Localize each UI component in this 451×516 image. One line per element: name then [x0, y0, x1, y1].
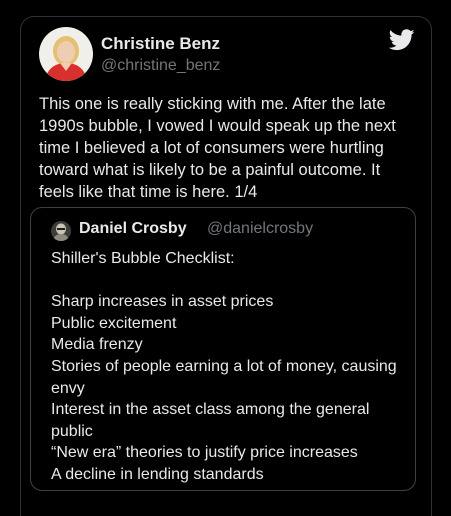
- tweet-header: Christine Benz @christine_benz: [39, 27, 415, 83]
- tweet-text: This one is really sticking with me. Aft…: [39, 95, 396, 201]
- quoted-line: Shiller's Bubble Checklist:: [51, 250, 235, 267]
- quoted-author-handle[interactable]: @danielcrosby: [207, 220, 313, 238]
- quoted-author-name[interactable]: Daniel Crosby: [79, 220, 187, 238]
- quoted-tweet[interactable]: Daniel Crosby @danielcrosby Shiller's Bu…: [30, 207, 416, 491]
- quoted-line: Sharp increases in asset prices: [51, 293, 274, 311]
- quoted-line: Media frenzy: [51, 336, 143, 354]
- avatar[interactable]: [39, 27, 93, 81]
- quoted-line: A decline in lending standards: [51, 465, 264, 483]
- quoted-line: Public excitement: [51, 314, 177, 332]
- quoted-avatar-image: [51, 221, 71, 241]
- twitter-bird-icon[interactable]: [388, 29, 415, 51]
- quoted-tweet-text: Shiller's Bubble Checklist: Sharp increa…: [51, 248, 411, 486]
- avatar-image: [39, 27, 93, 81]
- quoted-avatar[interactable]: [51, 221, 71, 241]
- author-name[interactable]: Christine Benz: [101, 34, 220, 54]
- quoted-line: Interest in the asset class among the ge…: [51, 401, 370, 440]
- author-handle[interactable]: @christine_benz: [101, 57, 220, 75]
- quoted-line: [51, 270, 411, 292]
- quoted-tweet-header: Daniel Crosby @danielcrosby: [51, 220, 401, 242]
- quoted-line: Stories of people earning a lot of money…: [51, 357, 397, 397]
- quoted-line: “New era” theories to justify price incr…: [51, 444, 358, 462]
